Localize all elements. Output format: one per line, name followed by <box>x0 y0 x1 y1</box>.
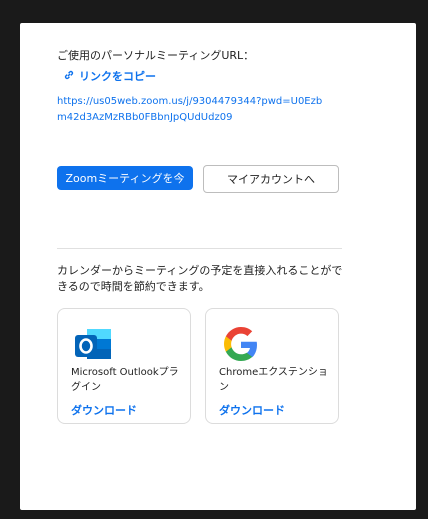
start-meeting-button[interactable]: Zoomミーティングを今 <box>57 166 193 190</box>
outlook-plugin-card: Microsoft Outlookプラグイン ダウンロード <box>57 308 191 424</box>
personal-meeting-url-label: ご使用のパーソナルミーティングURL： <box>57 49 255 62</box>
my-account-button[interactable]: マイアカウントへ <box>203 165 339 193</box>
chrome-download-link[interactable]: ダウンロード <box>219 402 285 418</box>
meeting-url-link[interactable]: https://us05web.zoom.us/j/9304479344?pwd… <box>57 94 327 126</box>
divider <box>57 248 342 249</box>
chrome-card-title: Chromeエクステンション <box>219 367 328 393</box>
outlook-download-link[interactable]: ダウンロード <box>71 402 137 418</box>
calendar-description: カレンダーからミーティングの予定を直接入れることができるので時間を節約できます。 <box>57 264 343 293</box>
chrome-extension-card: Chromeエクステンション ダウンロード <box>205 308 339 424</box>
copy-link-button[interactable]: リンクをコピー <box>63 68 156 84</box>
google-icon <box>219 323 263 367</box>
window-edge <box>416 23 428 510</box>
outlook-card-title: Microsoft Outlookプラグイン <box>71 367 179 393</box>
link-icon <box>63 69 75 84</box>
copy-link-label: リンクをコピー <box>79 70 156 83</box>
outlook-icon <box>71 323 115 367</box>
